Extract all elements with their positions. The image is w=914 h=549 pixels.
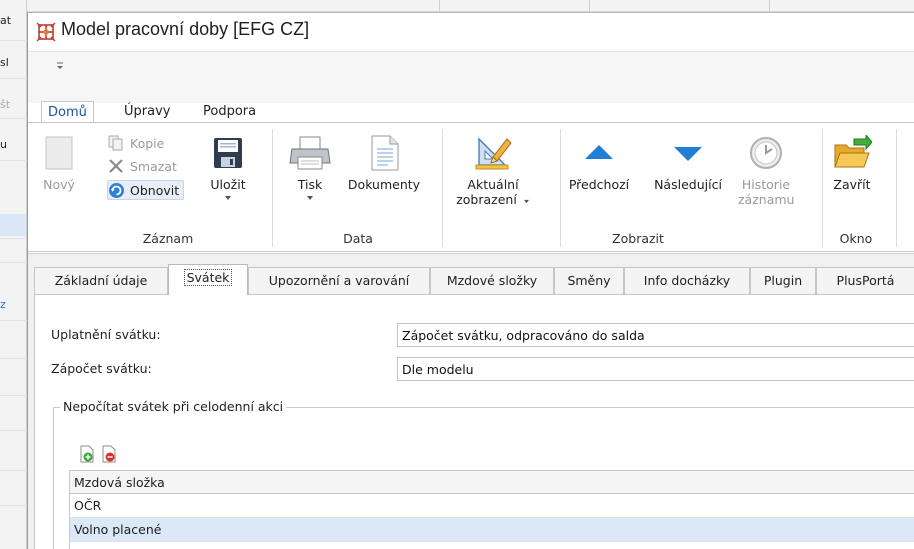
uplatneni-svatku-label: Uplatnění svátku: — [51, 327, 161, 342]
save-button[interactable]: Uložit — [210, 135, 246, 201]
content-area: Základní údaje Svátek Upozornění a varov… — [28, 253, 914, 549]
qat-customize-button[interactable] — [56, 62, 64, 73]
group-label-zobrazit: Zobrazit — [612, 231, 664, 246]
group-label-zaznam: Záznam — [142, 231, 194, 246]
detail-tabs: Základní údaje Svátek Upozornění a varov… — [34, 264, 914, 295]
background-header — [27, 0, 914, 12]
current-view-button[interactable]: Aktuální zobrazení — [452, 135, 534, 207]
delete-button[interactable]: Smazat — [108, 156, 177, 176]
ribbon: Nový Kopie Smazat Obnovit Uložit Tisk Do… — [28, 122, 914, 252]
tab-podpora[interactable]: Podpora — [197, 101, 262, 123]
table-row[interactable]: Volno placené — [69, 518, 914, 542]
copy-button[interactable]: Kopie — [108, 133, 164, 153]
folder-exit-icon — [834, 135, 872, 168]
add-row-icon[interactable] — [79, 445, 95, 463]
tab-mzdove-slozky[interactable]: Mzdové složky — [430, 267, 554, 294]
copy-icon — [108, 135, 126, 151]
tab-smeny[interactable]: Směny — [554, 267, 624, 294]
previous-button[interactable]: Předchozí — [566, 135, 632, 192]
quick-access-toolbar — [28, 51, 914, 103]
app-icon — [36, 22, 56, 42]
floppy-disk-icon — [214, 138, 242, 168]
new-button[interactable]: Nový — [40, 135, 78, 192]
uplatneni-svatku-field[interactable]: Zápočet svátku, odpracováno do salda — [397, 323, 914, 347]
tab-domu[interactable]: Domů — [41, 101, 94, 123]
bg-selected-row — [0, 214, 26, 236]
tab-zakladni-udaje[interactable]: Základní údaje — [34, 267, 168, 294]
window-title: Model pracovní doby [EFG CZ] — [61, 19, 310, 39]
tab-svatek[interactable]: Svátek — [168, 264, 248, 295]
table-row[interactable]: OČR — [69, 494, 914, 518]
remove-row-icon[interactable] — [101, 445, 117, 463]
refresh-icon — [108, 182, 126, 198]
grid-header-mzdova-slozka[interactable]: Mzdová složka — [69, 470, 914, 494]
dropdown-arrow-icon — [523, 199, 529, 204]
refresh-button[interactable]: Obnovit — [107, 180, 185, 200]
record-history-button[interactable]: Historie záznamu — [738, 135, 794, 207]
dropdown-arrow-icon — [307, 196, 313, 200]
group-label-data: Data — [343, 231, 373, 246]
next-button[interactable]: Následující — [650, 135, 726, 192]
background-window: at sl št u z — [0, 0, 27, 549]
bg-fragment: sl — [0, 56, 9, 69]
documents-button[interactable]: Dokumenty — [344, 135, 424, 192]
close-button[interactable]: Zavřít — [830, 135, 874, 192]
bg-fragment: at — [0, 14, 12, 27]
ribbon-tabs: Domů Úpravy Podpora — [28, 99, 914, 123]
tab-info-dochazky[interactable]: Info docházky — [624, 267, 750, 294]
arrow-down-icon — [674, 147, 702, 161]
main-window: Model pracovní doby [EFG CZ] Domů Úpravy… — [27, 12, 914, 549]
group-legend: Nepočítat svátek při celodenní akci — [60, 399, 287, 414]
clock-icon — [750, 137, 782, 169]
arrow-up-icon — [585, 145, 613, 159]
mzdova-slozka-grid: Mzdová složka OČR Volno placené — [69, 470, 914, 549]
svatek-panel: Uplatnění svátku: Zápočet svátku, odprac… — [34, 294, 914, 549]
new-document-icon — [45, 136, 73, 170]
chevron-down-icon — [57, 62, 63, 69]
table-row-empty — [69, 542, 914, 549]
ruler-pencil-icon — [475, 137, 512, 170]
group-label-okno: Okno — [839, 231, 873, 246]
tab-upravy[interactable]: Úpravy — [118, 101, 176, 123]
title-bar: Model pracovní doby [EFG CZ] — [28, 13, 914, 51]
dropdown-arrow-icon — [225, 196, 231, 200]
print-button[interactable]: Tisk — [286, 135, 334, 201]
printer-icon — [289, 136, 331, 170]
tab-plusportal[interactable]: PlusPortá — [816, 267, 914, 294]
document-icon — [371, 135, 399, 171]
bg-fragment: u — [0, 138, 7, 151]
delete-x-icon — [108, 158, 126, 174]
tab-plugin[interactable]: Plugin — [750, 267, 816, 294]
bg-fragment: z — [0, 298, 6, 311]
tab-upozorneni-a-varovani[interactable]: Upozornění a varování — [248, 267, 430, 294]
bg-fragment: št — [0, 98, 11, 111]
zapocet-svatku-field[interactable]: Dle modelu — [397, 357, 914, 381]
zapocet-svatku-label: Zápočet svátku: — [51, 361, 152, 376]
